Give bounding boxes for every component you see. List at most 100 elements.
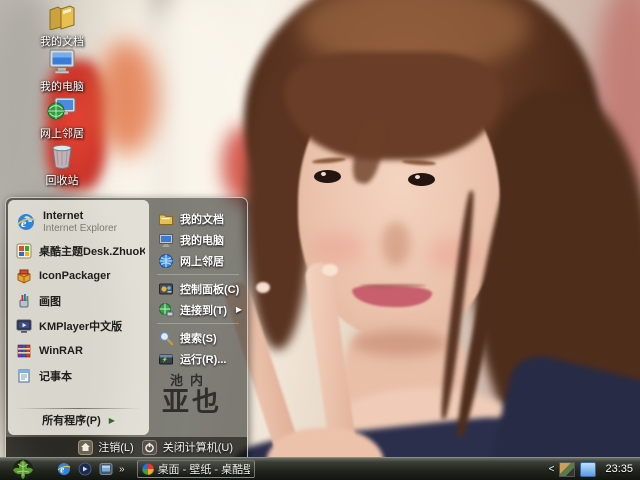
start-menu-item-label: 记事本 — [39, 370, 72, 383]
all-programs-button[interactable]: 所有程序(P) ▶ — [8, 411, 149, 429]
system-tray: < 23:35 — [549, 461, 636, 477]
start-menu-item-label: 画图 — [39, 295, 61, 308]
tray-network-icon[interactable] — [580, 461, 597, 477]
start-menu-item-label: 我的文档 — [180, 213, 224, 226]
start-menu-item-label: 控制面板(C) — [180, 283, 240, 296]
desktop-icon-label: 回收站 — [45, 175, 79, 187]
desktop-icon-recycle-bin[interactable]: 回收站 — [26, 140, 98, 188]
run-icon — [158, 351, 174, 367]
submenu-arrow-icon: ▶ — [235, 305, 242, 314]
desktop-icon-label: 我的电脑 — [40, 81, 84, 93]
desktop-icon-label: 网上邻居 — [40, 128, 84, 140]
taskbar: e » 桌面 - 壁纸 - 桌酷壁... < 23:35 — [0, 457, 640, 480]
start-menu-right-separator — [157, 274, 239, 275]
my-computer-icon — [158, 232, 174, 248]
start-menu-places-panel: 我的文档 我的电脑 网上邻居 控制面板(C) 连接到(T) ▶ 搜索(S) 运行… — [151, 200, 245, 435]
tray-chevron-icon[interactable]: < — [549, 464, 555, 475]
start-menu-item-label: Internet — [43, 210, 84, 223]
wallpaper-chin-shadow — [352, 330, 448, 356]
start-menu-item-internet[interactable]: e Internet Internet Explorer — [8, 206, 149, 238]
shut-down-label: 关闭计算机(U) — [162, 442, 233, 454]
wallpaper-fingernail-2 — [256, 282, 270, 293]
start-menu-item-my-computer[interactable]: 我的电脑 — [151, 229, 245, 250]
iconpackager-icon — [16, 268, 32, 284]
start-menu-item-kmplayer[interactable]: KMPlayer中文版 — [8, 313, 149, 338]
control-panel-icon — [158, 281, 174, 297]
start-menu-item-run[interactable]: 运行(R)... — [151, 348, 245, 369]
start-menu-item-search[interactable]: 搜索(S) — [151, 327, 245, 348]
my-documents-icon — [46, 1, 78, 31]
start-menu-item-zhuoku-theme[interactable]: 桌酷主题Desk.ZhuoKu.Com — [8, 238, 149, 263]
tray-photo-icon[interactable] — [559, 461, 576, 477]
start-menu-item-control-panel[interactable]: 控制面板(C) — [151, 278, 245, 299]
start-menu-bottom-bar: 注销(L) 关闭计算机(U) — [6, 437, 247, 457]
svg-text:e: e — [21, 216, 27, 230]
quicklaunch-media-player-icon[interactable] — [77, 462, 92, 477]
start-menu-item-paint[interactable]: 画图 — [8, 288, 149, 313]
task-button-label: 桌面 - 壁纸 - 桌酷壁... — [157, 464, 250, 476]
notepad-icon — [16, 368, 32, 384]
taskbar-task-button[interactable]: 桌面 - 壁纸 - 桌酷壁... — [136, 460, 255, 478]
quicklaunch-show-desktop-icon[interactable] — [98, 462, 113, 477]
wallpaper-left-eye — [314, 170, 341, 183]
log-off-button[interactable]: 注销(L) — [77, 439, 134, 455]
start-leaf-icon — [13, 459, 33, 479]
wallpaper-right-blush — [428, 238, 480, 270]
quick-launch-bar: e — [56, 462, 113, 477]
power-icon — [142, 439, 158, 455]
start-menu-item-connect-to[interactable]: 连接到(T) ▶ — [151, 299, 245, 320]
start-menu-item-sublabel: Internet Explorer — [43, 222, 117, 234]
wallpaper-left-blush — [312, 232, 364, 264]
wallpaper-fingernail-1 — [322, 264, 338, 276]
wallpaper-right-eye — [408, 173, 435, 186]
start-button[interactable] — [10, 458, 36, 480]
start-menu-item-label: 网上邻居 — [180, 255, 224, 268]
all-programs-label: 所有程序(P) — [42, 415, 101, 427]
desktop-icon-my-computer[interactable]: 我的电脑 — [26, 46, 98, 94]
desktop-icon-my-documents[interactable]: 我的文档 — [26, 1, 98, 49]
taskbar-clock: 23:35 — [605, 463, 633, 475]
start-menu-item-notepad[interactable]: 记事本 — [8, 363, 149, 388]
start-menu-left-spacer — [8, 388, 149, 406]
network-places-icon — [158, 253, 174, 269]
desktop: 池内 亚也 我的文档 我的电脑 网上邻居 回收站 e — [0, 0, 640, 480]
desktop-icon-network-places[interactable]: 网上邻居 — [26, 93, 98, 141]
paint-icon — [16, 293, 32, 309]
start-menu-right-separator — [157, 323, 239, 324]
quicklaunch-internet-explorer-icon[interactable]: e — [56, 462, 71, 477]
svg-text:e: e — [60, 465, 64, 475]
start-menu-item-winrar[interactable]: WinRAR — [8, 338, 149, 363]
all-programs-arrow-icon: ▶ — [108, 415, 115, 425]
start-menu-item-label: WinRAR — [39, 344, 83, 357]
network-places-icon — [46, 93, 78, 123]
recycle-bin-icon — [46, 140, 78, 170]
kmplayer-icon — [16, 318, 32, 334]
winrar-icon — [16, 343, 32, 359]
start-menu: e Internet Internet Explorer 桌酷主题Desk.Zh… — [5, 197, 248, 457]
log-off-label: 注销(L) — [98, 442, 134, 454]
start-menu-left-separator — [16, 408, 141, 409]
search-icon — [158, 330, 174, 346]
start-menu-item-label: 我的电脑 — [180, 234, 224, 247]
start-menu-item-label: 运行(R)... — [180, 353, 227, 366]
start-menu-item-label: IconPackager — [39, 269, 111, 282]
start-menu-pinned-panel: e Internet Internet Explorer 桌酷主题Desk.Zh… — [8, 200, 149, 435]
wallpaper-nose-shadow — [382, 222, 410, 266]
start-menu-item-network-places[interactable]: 网上邻居 — [151, 250, 245, 271]
shut-down-button[interactable]: 关闭计算机(U) — [142, 439, 233, 455]
zhuoku-theme-icon — [16, 243, 32, 259]
my-computer-icon — [46, 46, 78, 76]
start-menu-item-label: 搜索(S) — [180, 332, 217, 345]
start-menu-item-label: KMPlayer中文版 — [39, 320, 123, 333]
wallpaper-right-eye-glint — [415, 175, 420, 179]
quicklaunch-chevron-icon[interactable]: » — [119, 464, 125, 475]
wallpaper-left-eye-glint — [321, 172, 326, 176]
connect-to-icon — [158, 302, 174, 318]
start-menu-item-label: 桌酷主题Desk.ZhuoKu.Com — [39, 245, 145, 258]
my-documents-icon — [158, 211, 174, 227]
wallpaper-lip-line — [360, 284, 426, 287]
task-button-app-icon — [141, 463, 154, 475]
start-menu-item-my-documents[interactable]: 我的文档 — [151, 208, 245, 229]
start-menu-item-iconpackager[interactable]: IconPackager — [8, 263, 149, 288]
log-off-icon — [77, 439, 93, 455]
